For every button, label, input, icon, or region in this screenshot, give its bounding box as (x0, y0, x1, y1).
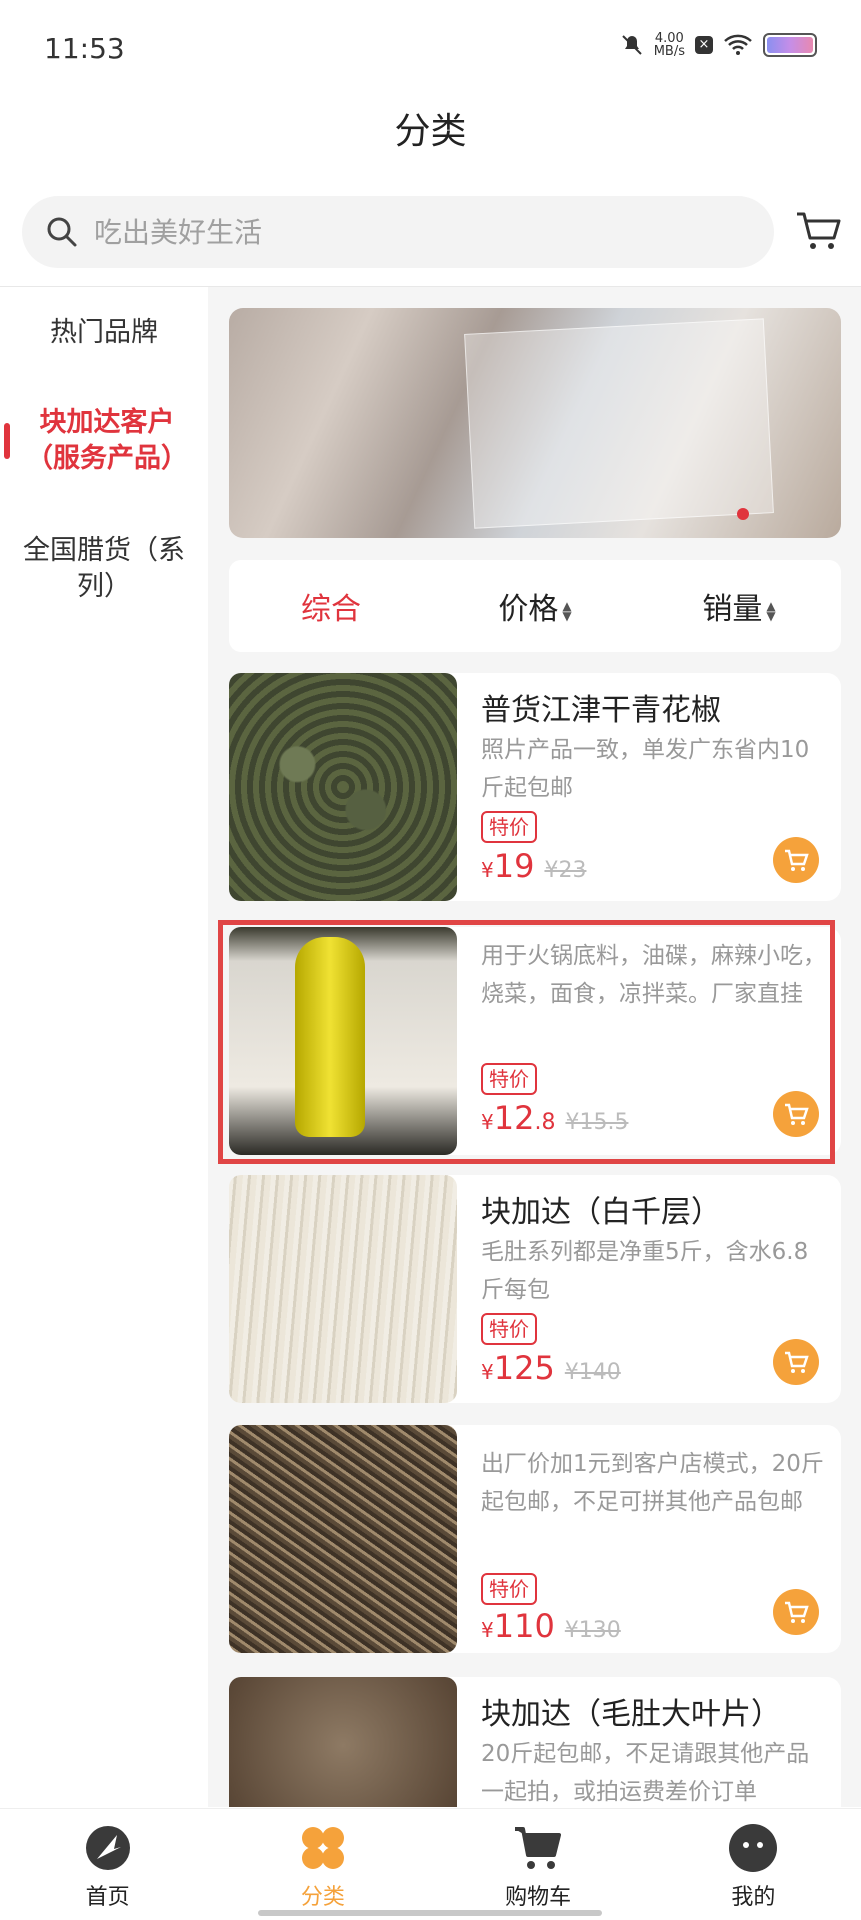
home-indicator (258, 1910, 602, 1916)
sort-price[interactable]: 价格 ▲ ▼ (433, 584, 637, 628)
nav-category[interactable]: 分类 (215, 1809, 430, 1920)
original-price: ¥130 (564, 1618, 621, 1643)
sort-arrows-icon: ▲ ▼ (766, 598, 776, 623)
special-badge: 特价 (481, 1063, 537, 1095)
page-title: 分类 (394, 111, 467, 152)
product-desc: 出厂价加1元到客户店模式，20斤起包邮，不足可拼其他产品包邮 (481, 1451, 824, 1515)
profile-icon (729, 1824, 778, 1872)
cart-icon[interactable] (794, 206, 842, 254)
battery-icon (763, 33, 817, 57)
sort-arrows-icon: ▲ ▼ (562, 598, 572, 623)
product-title: 块加达（白千层） (481, 1195, 721, 1230)
original-price: ¥140 (564, 1360, 621, 1385)
nav-cart[interactable]: 购物车 (431, 1809, 646, 1920)
product-price: ¥110 ¥130 (481, 1607, 621, 1645)
product-price: ¥125 ¥140 (481, 1349, 621, 1387)
product-card[interactable]: 块加达（毛肚大叶片） 20斤起包邮，不足请跟其他产品一起拍，或拍运费差价订单 (229, 1677, 841, 1807)
status-icons: 4.00 MB/s × (620, 32, 817, 58)
sidebar-item-national-cured[interactable]: 全国腊货（系列） (0, 533, 208, 605)
bottom-nav: 首页 分类 购物车 我的 (0, 1808, 861, 1920)
product-desc: 毛肚系列都是净重5斤，含水6.8斤每包 (481, 1239, 809, 1303)
cart-icon (785, 1601, 809, 1623)
cart-icon (785, 1103, 809, 1125)
search-input[interactable] (94, 215, 694, 249)
product-card[interactable]: 出厂价加1元到客户店模式，20斤起包邮，不足可拼其他产品包邮 特价 ¥110 ¥1… (229, 1425, 841, 1653)
product-title: 普货江津干青花椒 (481, 693, 721, 728)
product-image (229, 1425, 457, 1653)
product-card[interactable]: 块加达（白千层） 毛肚系列都是净重5斤，含水6.8斤每包 特价 ¥125 ¥140 (229, 1175, 841, 1403)
search-icon (47, 217, 77, 247)
product-desc: 20斤起包邮，不足请跟其他产品一起拍，或拍运费差价订单 (481, 1741, 810, 1805)
product-price: ¥19 ¥23 (481, 847, 587, 885)
add-to-cart-button[interactable] (773, 837, 819, 883)
special-badge: 特价 (481, 811, 537, 843)
category-icon (301, 1827, 344, 1869)
nav-profile[interactable]: 我的 (646, 1809, 861, 1920)
special-badge: 特价 (481, 1573, 537, 1605)
sort-sales[interactable]: 销量 ▲ ▼ (637, 584, 841, 628)
add-to-cart-button[interactable] (773, 1589, 819, 1635)
cart-icon (515, 1827, 562, 1869)
mute-icon (621, 35, 642, 55)
sidebar-item-kuaijiada[interactable]: 块加达客户（服务产品） (0, 405, 208, 477)
original-price: ¥23 (544, 858, 587, 883)
promo-banner[interactable] (229, 308, 841, 538)
product-image (229, 927, 457, 1155)
sort-comprehensive[interactable]: 综合 (229, 584, 433, 628)
cart-icon (785, 849, 809, 871)
product-desc: 用于火锅底料，油碟，麻辣小吃，烧菜，面食，凉拌菜。厂家直挂 (481, 943, 826, 1007)
nav-home[interactable]: 首页 (0, 1809, 215, 1920)
net-speed: 4.00 MB/s (653, 31, 685, 59)
banner-indicator (737, 508, 749, 520)
wifi-icon (724, 34, 752, 55)
product-price: ¥12.8 ¥15.5 (481, 1099, 629, 1137)
product-image (229, 673, 457, 901)
special-badge: 特价 (481, 1313, 537, 1345)
original-price: ¥15.5 (565, 1110, 629, 1135)
notification-icon: × (695, 36, 713, 54)
sort-bar: 综合 价格 ▲ ▼ 销量 ▲ ▼ (229, 560, 841, 652)
add-to-cart-button[interactable] (773, 1339, 819, 1385)
sidebar-item-hot-brands[interactable]: 热门品牌 (0, 315, 208, 351)
product-card[interactable]: 普货江津干青花椒 照片产品一致，单发广东省内10斤起包邮 特价 ¥19 ¥23 (229, 673, 841, 901)
home-logo-icon (85, 1826, 130, 1870)
product-desc: 照片产品一致，单发广东省内10斤起包邮 (481, 737, 810, 801)
status-bar: 11:53 4.00 MB/s × (0, 0, 861, 100)
product-area: 综合 价格 ▲ ▼ 销量 ▲ ▼ 普货江津干青花椒 照片产品一致，单发广东省内10斤起包… (208, 287, 861, 1807)
product-title: 块加达（毛肚大叶片） (481, 1697, 781, 1732)
product-image (229, 1175, 457, 1403)
product-card[interactable]: 用于火锅底料，油碟，麻辣小吃，烧菜，面食，凉拌菜。厂家直挂 特价 ¥12.8 ¥1… (229, 927, 841, 1155)
banner-image (464, 318, 774, 529)
cart-icon (785, 1351, 809, 1373)
category-sidebar: 热门品牌 块加达客户（服务产品） 全国腊货（系列） (0, 287, 208, 1807)
product-image (229, 1677, 457, 1807)
search-bar[interactable] (22, 196, 774, 268)
status-time: 11:53 (44, 32, 125, 65)
add-to-cart-button[interactable] (773, 1091, 819, 1137)
